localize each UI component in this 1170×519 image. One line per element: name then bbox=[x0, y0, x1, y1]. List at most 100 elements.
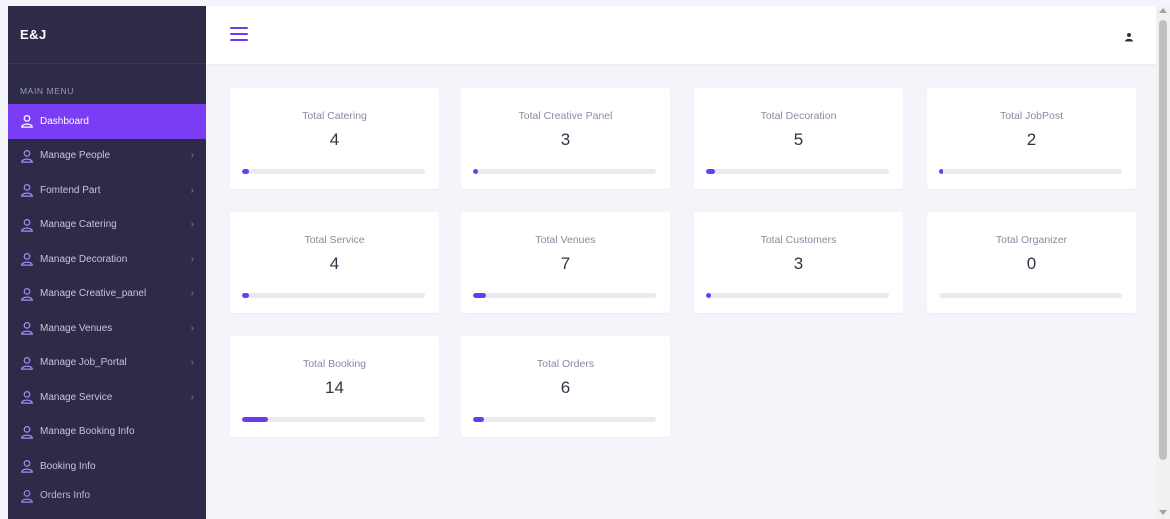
user-outline-icon bbox=[20, 287, 34, 301]
card-title: Total Venues bbox=[535, 234, 596, 246]
card-title: Total Orders bbox=[536, 358, 595, 370]
progress-fill bbox=[242, 417, 268, 422]
card-value: 5 bbox=[793, 130, 804, 149]
sidebar-item-label: Manage Creative_panel bbox=[40, 288, 147, 300]
user-outline-icon bbox=[20, 321, 34, 335]
sidebar-item-manage-service[interactable]: Manage Service › bbox=[8, 380, 206, 415]
user-outline-icon bbox=[20, 356, 34, 370]
menu-section-title: MAIN MENU bbox=[20, 86, 75, 96]
user-outline-icon bbox=[20, 252, 34, 266]
sidebar-item-label: Dashboard bbox=[40, 115, 89, 127]
stat-card-catering: Total Catering 4 bbox=[230, 88, 439, 189]
card-value: 4 bbox=[329, 130, 340, 149]
progress-bar bbox=[473, 293, 656, 298]
card-title: Total Customers bbox=[760, 234, 837, 246]
sidebar-item-label: Fomtend Part bbox=[40, 184, 101, 196]
card-value: 0 bbox=[1026, 254, 1037, 273]
scroll-thumb[interactable] bbox=[1159, 20, 1167, 460]
progress-bar bbox=[242, 293, 425, 298]
sidebar-item-label: Booking Info bbox=[40, 460, 96, 472]
stat-card-service: Total Service 4 bbox=[230, 212, 439, 313]
progress-bar bbox=[473, 169, 656, 174]
card-value: 3 bbox=[793, 254, 804, 273]
chevron-right-icon: › bbox=[190, 322, 194, 334]
sidebar: E&J MAIN MENU Dashboard Manage People › … bbox=[8, 6, 206, 519]
sidebar-item-manage-catering[interactable]: Manage Catering › bbox=[8, 208, 206, 243]
card-title: Total JobPost bbox=[999, 110, 1064, 122]
stat-card-jobpost: Total JobPost 2 bbox=[927, 88, 1136, 189]
user-outline-icon bbox=[20, 425, 34, 439]
progress-fill bbox=[473, 417, 484, 422]
brand-logo[interactable]: E&J bbox=[8, 6, 206, 64]
sidebar-item-label: Manage Catering bbox=[40, 219, 117, 231]
stat-card-booking: Total Booking 14 bbox=[230, 336, 439, 437]
hamburger-icon[interactable] bbox=[230, 26, 248, 42]
progress-bar bbox=[939, 169, 1122, 174]
sidebar-item-orders-info[interactable]: Orders Info bbox=[8, 484, 206, 508]
top-header bbox=[206, 6, 1156, 64]
chevron-right-icon: › bbox=[190, 288, 194, 300]
progress-bar bbox=[706, 169, 889, 174]
card-value: 3 bbox=[560, 130, 571, 149]
chevron-right-icon: › bbox=[190, 357, 194, 369]
stat-card-decoration: Total Decoration 5 bbox=[694, 88, 903, 189]
card-value: 4 bbox=[329, 254, 340, 273]
progress-fill bbox=[706, 169, 716, 174]
sidebar-item-manage-booking-info[interactable]: Manage Booking Info bbox=[8, 415, 206, 450]
card-title: Total Organizer bbox=[995, 234, 1068, 246]
card-title: Total Catering bbox=[302, 110, 367, 122]
sidebar-item-manage-job-portal[interactable]: Manage Job_Portal › bbox=[8, 346, 206, 381]
page-scrollbar[interactable] bbox=[1156, 6, 1170, 519]
progress-fill bbox=[242, 169, 250, 174]
sidebar-item-label: Manage Venues bbox=[40, 322, 113, 334]
sidebar-item-manage-decoration[interactable]: Manage Decoration › bbox=[8, 242, 206, 277]
stat-card-customers: Total Customers 3 bbox=[694, 212, 903, 313]
chevron-right-icon: › bbox=[190, 184, 194, 196]
sidebar-item-manage-creative-panel[interactable]: Manage Creative_panel › bbox=[8, 277, 206, 312]
card-title: Total Decoration bbox=[760, 110, 837, 122]
sidebar-item-dashboard[interactable]: Dashboard bbox=[8, 104, 206, 139]
sidebar-item-label: Manage Booking Info bbox=[40, 426, 135, 438]
progress-bar bbox=[706, 293, 889, 298]
user-outline-icon bbox=[20, 390, 34, 404]
card-value: 6 bbox=[560, 378, 571, 397]
sidebar-item-booking-info[interactable]: Booking Info bbox=[8, 449, 206, 484]
scroll-down-arrow-icon[interactable] bbox=[1159, 510, 1167, 515]
user-outline-icon bbox=[20, 218, 34, 232]
card-value: 7 bbox=[560, 254, 571, 273]
chevron-right-icon: › bbox=[190, 253, 194, 265]
sidebar-item-label: Manage People bbox=[40, 150, 111, 162]
sidebar-item-label: Manage Decoration bbox=[40, 253, 128, 265]
card-title: Total Service bbox=[304, 234, 365, 246]
stat-card-orders: Total Orders 6 bbox=[461, 336, 670, 437]
chevron-right-icon: › bbox=[190, 150, 194, 162]
user-outline-icon bbox=[20, 114, 34, 128]
progress-bar bbox=[939, 293, 1122, 298]
progress-fill bbox=[473, 293, 486, 298]
card-value: 2 bbox=[1026, 130, 1037, 149]
scroll-up-arrow-icon[interactable] bbox=[1159, 8, 1167, 13]
progress-bar bbox=[242, 417, 425, 422]
user-outline-icon bbox=[20, 183, 34, 197]
sidebar-item-manage-people[interactable]: Manage People › bbox=[8, 139, 206, 174]
user-outline-icon bbox=[20, 149, 34, 163]
card-title: Total Booking bbox=[302, 358, 367, 370]
progress-fill bbox=[939, 169, 943, 174]
dashboard-cards: Total Catering 4 Total Creative Panel 3 … bbox=[206, 64, 1156, 519]
progress-fill bbox=[473, 169, 479, 174]
stat-card-creative-panel: Total Creative Panel 3 bbox=[461, 88, 670, 189]
sidebar-item-label: Manage Job_Portal bbox=[40, 357, 127, 369]
sidebar-item-frontend-part[interactable]: Fomtend Part › bbox=[8, 173, 206, 208]
progress-bar bbox=[473, 417, 656, 422]
sidebar-item-manage-venues[interactable]: Manage Venues › bbox=[8, 311, 206, 346]
chevron-right-icon: › bbox=[190, 219, 194, 231]
chevron-right-icon: › bbox=[190, 391, 194, 403]
sidebar-item-label: Orders Info bbox=[40, 490, 91, 501]
stat-card-organizer: Total Organizer 0 bbox=[927, 212, 1136, 313]
stat-card-venues: Total Venues 7 bbox=[461, 212, 670, 313]
progress-bar bbox=[242, 169, 425, 174]
progress-fill bbox=[706, 293, 712, 298]
user-outline-icon bbox=[20, 459, 34, 473]
user-icon[interactable] bbox=[1124, 29, 1134, 42]
progress-fill bbox=[242, 293, 250, 298]
